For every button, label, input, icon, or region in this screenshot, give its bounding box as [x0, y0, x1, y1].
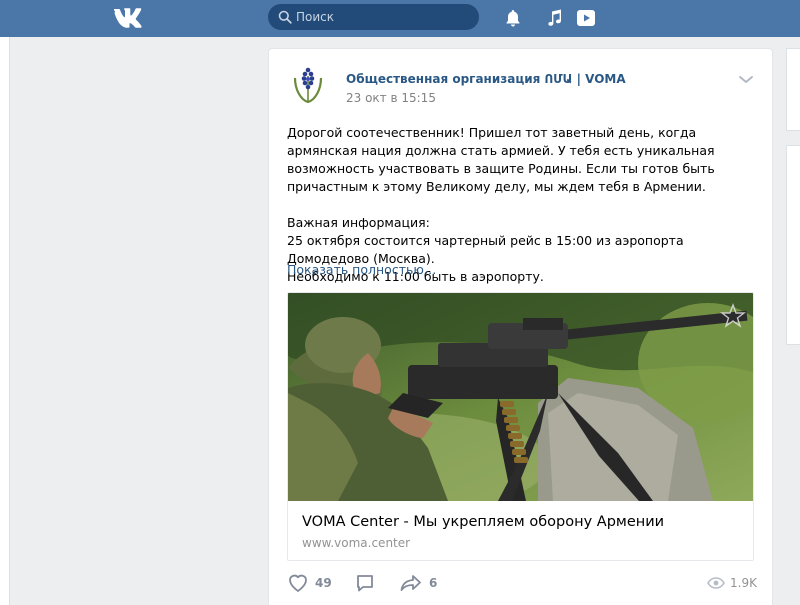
link-domain: www.voma.center [302, 536, 411, 550]
music-icon[interactable] [544, 7, 566, 29]
search-input[interactable] [296, 4, 471, 30]
avatar[interactable] [288, 64, 328, 108]
post-info-heading: Важная информация: [287, 215, 430, 230]
post-author-link[interactable]: Общественная организация ՈՄԱ | VOMA [346, 72, 626, 86]
like-count: 49 [315, 576, 332, 590]
link-snippet[interactable]: VOMA Center - Мы укрепляем оборону Армен… [287, 292, 754, 561]
share-arrow-icon [400, 575, 421, 591]
left-sidebar-edge [0, 37, 10, 605]
post-paragraph: Дорогой соотечественник! Пришел тот заве… [287, 125, 715, 194]
top-bar [0, 0, 800, 37]
post-actions: 49 6 1.9K [287, 572, 757, 596]
views-counter: 1.9K [707, 572, 757, 594]
comment-button[interactable] [355, 572, 375, 594]
search-icon [278, 10, 292, 24]
vk-logo-icon[interactable] [114, 8, 148, 28]
search-box[interactable] [268, 4, 479, 30]
share-button[interactable]: 6 [399, 572, 437, 594]
share-count: 6 [429, 576, 438, 590]
link-preview-image[interactable] [288, 293, 754, 501]
video-play-icon[interactable] [575, 7, 597, 29]
show-more-link[interactable]: Показать полностью… [287, 262, 436, 277]
right-column-card [786, 48, 800, 131]
post-date[interactable]: 23 окт в 15:15 [346, 91, 436, 105]
wall-post: Общественная организация ՈՄԱ | VOMA 23 о… [268, 48, 773, 605]
views-count: 1.9K [730, 576, 757, 590]
like-button[interactable]: 49 [287, 572, 332, 594]
chevron-down-icon[interactable] [738, 75, 754, 85]
comment-icon [357, 575, 373, 592]
bell-icon[interactable] [502, 7, 524, 29]
link-title[interactable]: VOMA Center - Мы укрепляем оборону Армен… [302, 514, 664, 530]
right-column-card [786, 145, 800, 345]
heart-icon [289, 574, 307, 592]
eye-icon [707, 577, 725, 589]
